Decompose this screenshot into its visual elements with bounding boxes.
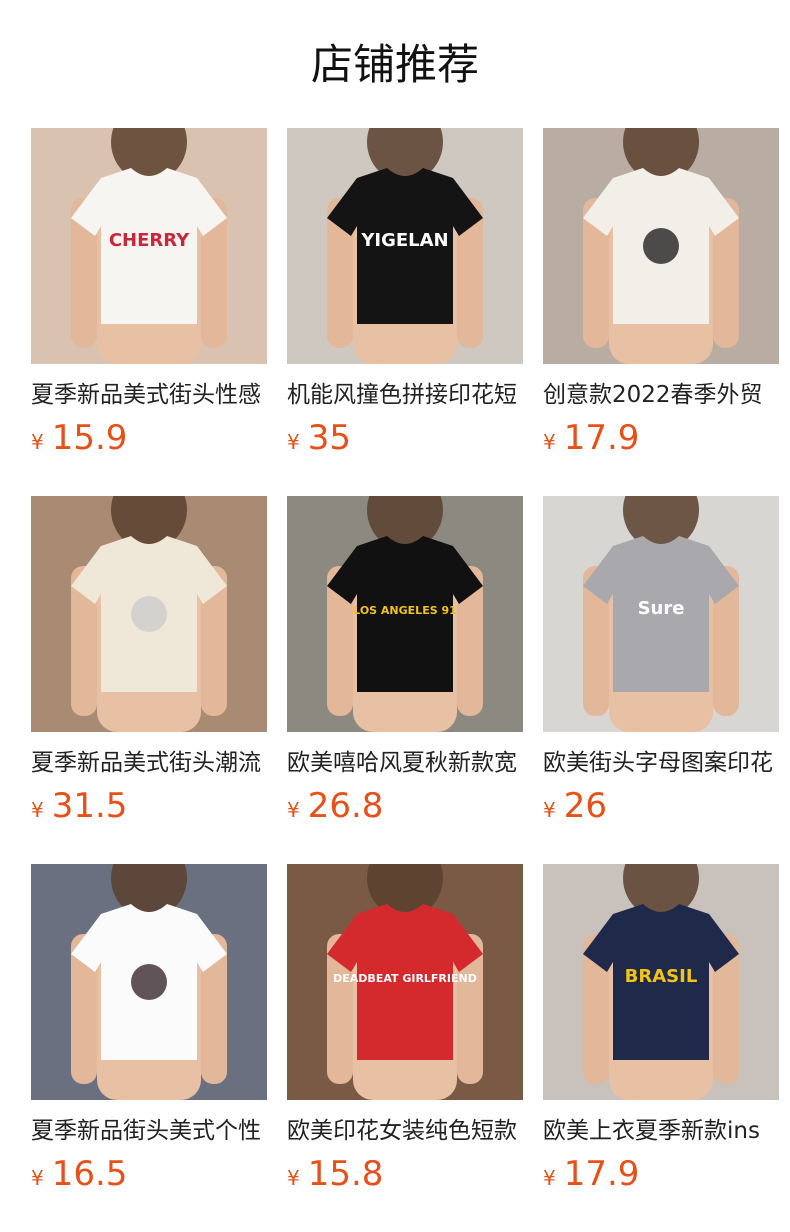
product-photo: BRASIL (543, 864, 779, 1100)
currency-symbol: ¥ (31, 430, 44, 454)
price-value: 35 (307, 418, 351, 458)
page-title: 店铺推荐 (310, 40, 479, 89)
product-name[interactable]: 夏季新品街头美式个性 (31, 1116, 267, 1146)
currency-symbol: ¥ (543, 1166, 556, 1190)
currency-symbol: ¥ (31, 798, 44, 822)
product-grid: CHERRY 夏季新品美式街头性感 ¥ 15.9 YIGELAN 机能风撞色拼接… (31, 128, 790, 1232)
product-name[interactable]: 欧美街头字母图案印花 (543, 748, 779, 778)
currency-symbol: ¥ (31, 1166, 44, 1190)
product-price: ¥ 26 (543, 786, 779, 826)
product-price: ¥ 15.8 (287, 1154, 523, 1194)
price-value: 26.8 (307, 786, 384, 826)
product-card[interactable]: DEADBEAT GIRLFRIEND 欧美印花女装纯色短款 ¥ 15.8 (287, 864, 523, 1232)
shirt-print-text: Sure (638, 598, 685, 619)
price-value: 15.9 (51, 418, 128, 458)
product-photo: Sure (543, 496, 779, 732)
product-price: ¥ 26.8 (287, 786, 523, 826)
currency-symbol: ¥ (287, 1166, 300, 1190)
currency-symbol: ¥ (287, 798, 300, 822)
product-card[interactable]: YIGELAN 机能风撞色拼接印花短 ¥ 35 (287, 128, 523, 496)
price-value: 16.5 (51, 1154, 128, 1194)
product-price: ¥ 17.9 (543, 418, 779, 458)
product-card[interactable]: 夏季新品街头美式个性 ¥ 16.5 (31, 864, 267, 1232)
product-price: ¥ 16.5 (31, 1154, 267, 1194)
product-photo: YIGELAN (287, 128, 523, 364)
shirt-print-text: BRASIL (625, 966, 698, 987)
product-card[interactable]: LOS ANGELES 91 欧美嘻哈风夏秋新款宽 ¥ 26.8 (287, 496, 523, 864)
product-image[interactable]: CHERRY (31, 128, 267, 364)
product-photo (31, 864, 267, 1100)
price-value: 17.9 (563, 1154, 640, 1194)
product-image[interactable]: Sure (543, 496, 779, 732)
product-card[interactable]: CHERRY 夏季新品美式街头性感 ¥ 15.9 (31, 128, 267, 496)
product-image[interactable]: BRASIL (543, 864, 779, 1100)
product-image[interactable] (543, 128, 779, 364)
shirt-print-text: DEADBEAT GIRLFRIEND (333, 972, 477, 985)
product-card[interactable]: Sure 欧美街头字母图案印花 ¥ 26 (543, 496, 779, 864)
product-photo: CHERRY (31, 128, 267, 364)
shirt-print-text: YIGELAN (360, 230, 448, 251)
product-card[interactable]: BRASIL 欧美上衣夏季新款ins ¥ 17.9 (543, 864, 779, 1232)
product-image[interactable] (31, 496, 267, 732)
price-value: 26 (563, 786, 607, 826)
product-photo: DEADBEAT GIRLFRIEND (287, 864, 523, 1100)
currency-symbol: ¥ (287, 430, 300, 454)
product-name[interactable]: 机能风撞色拼接印花短 (287, 380, 523, 410)
product-name[interactable]: 创意款2022春季外贸 (543, 380, 779, 410)
price-value: 31.5 (51, 786, 128, 826)
price-value: 17.9 (563, 418, 640, 458)
product-name[interactable]: 欧美印花女装纯色短款 (287, 1116, 523, 1146)
product-image[interactable]: LOS ANGELES 91 (287, 496, 523, 732)
dress-icon (131, 596, 167, 632)
product-name[interactable]: 欧美嘻哈风夏秋新款宽 (287, 748, 523, 778)
shirt-print-text: CHERRY (109, 230, 190, 251)
product-photo: LOS ANGELES 91 (287, 496, 523, 732)
product-name[interactable]: 夏季新品美式街头性感 (31, 380, 267, 410)
sketch-print-icon (643, 228, 679, 264)
product-name[interactable]: 欧美上衣夏季新款ins (543, 1116, 779, 1146)
product-image[interactable] (31, 864, 267, 1100)
product-card[interactable]: 创意款2022春季外贸 ¥ 17.9 (543, 128, 779, 496)
shirt-print-text: LOS ANGELES 91 (353, 604, 457, 617)
currency-symbol: ¥ (543, 798, 556, 822)
product-price: ¥ 35 (287, 418, 523, 458)
star-print-icon (131, 964, 167, 1000)
product-name[interactable]: 夏季新品美式街头潮流 (31, 748, 267, 778)
product-price: ¥ 15.9 (31, 418, 267, 458)
product-photo (543, 128, 779, 364)
store-recommendations-page: 店铺推荐 CHERRY 夏季新品美式街头性感 ¥ 15.9 YIGELAN 机能… (0, 0, 790, 1232)
price-value: 15.8 (307, 1154, 384, 1194)
product-card[interactable]: 夏季新品美式街头潮流 ¥ 31.5 (31, 496, 267, 864)
currency-symbol: ¥ (543, 430, 556, 454)
product-image[interactable]: YIGELAN (287, 128, 523, 364)
product-photo (31, 496, 267, 732)
product-price: ¥ 31.5 (31, 786, 267, 826)
product-price: ¥ 17.9 (543, 1154, 779, 1194)
product-image[interactable]: DEADBEAT GIRLFRIEND (287, 864, 523, 1100)
